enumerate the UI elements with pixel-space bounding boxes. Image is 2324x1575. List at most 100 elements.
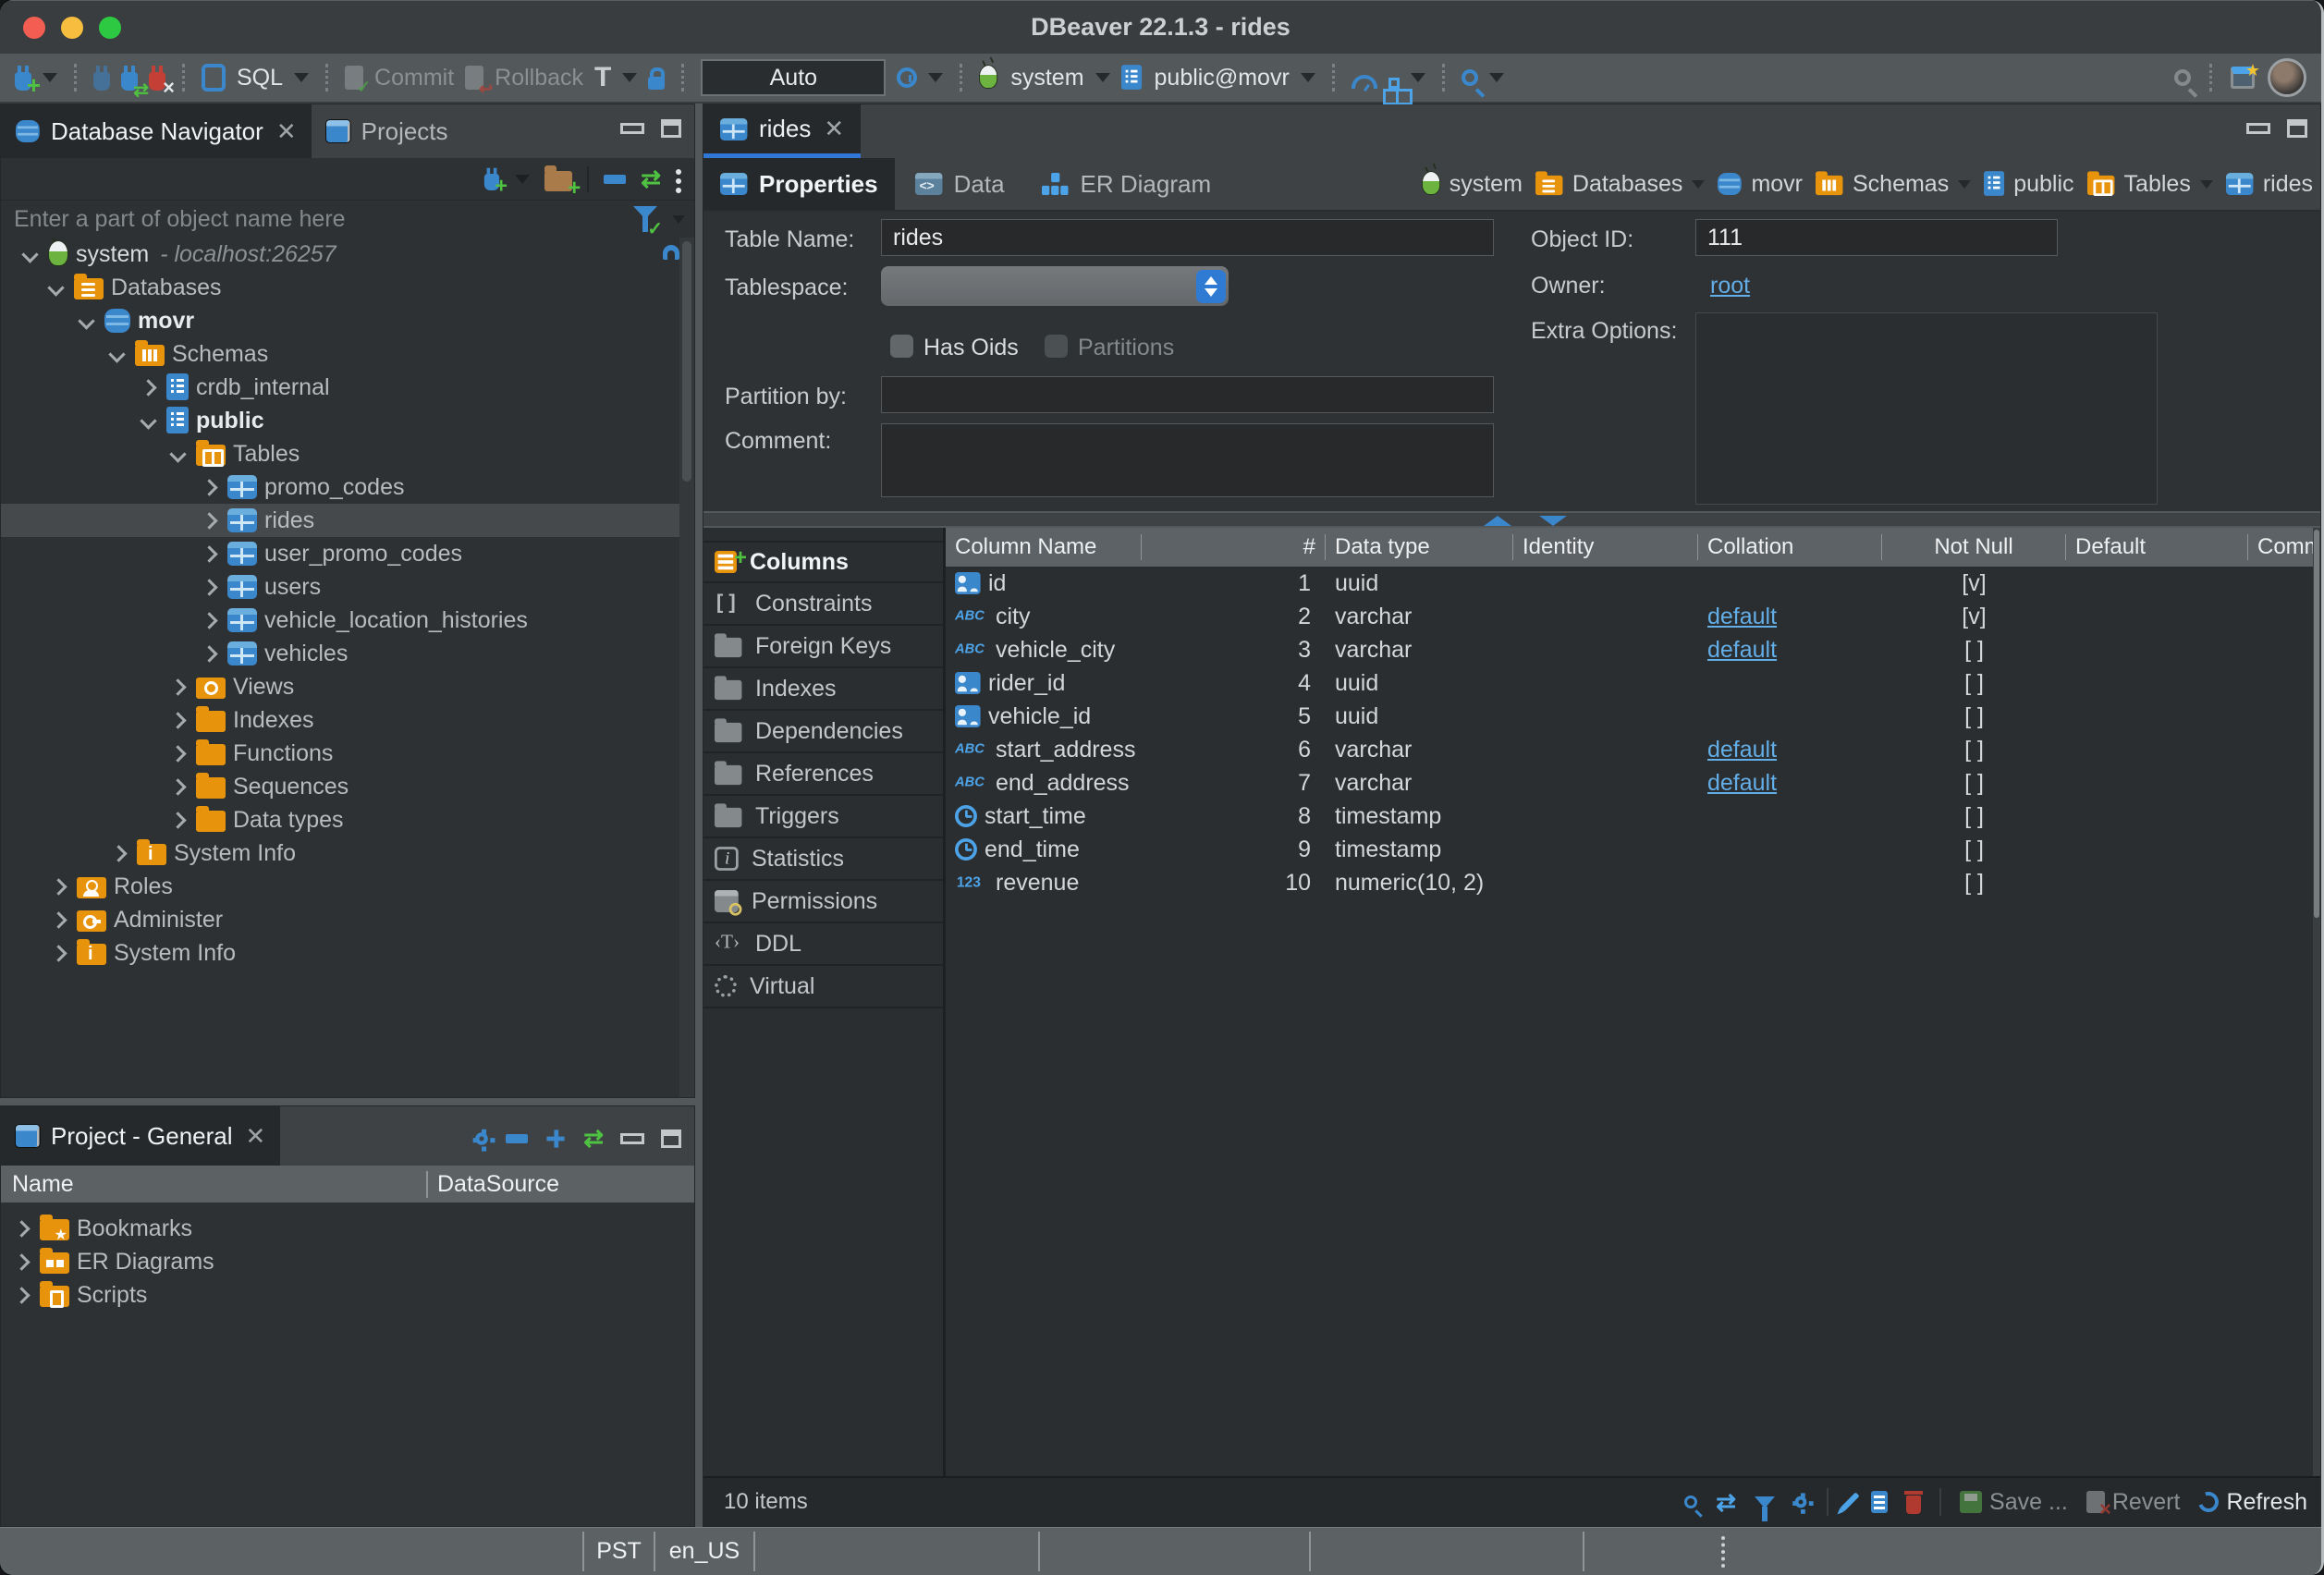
expander-chevron-icon[interactable] (198, 482, 220, 494)
object-editor-tab[interactable]: Virtual (703, 966, 943, 1008)
collation-link[interactable]: default (1707, 604, 1777, 630)
tree-item[interactable]: Administer (1, 903, 694, 936)
quick-access-search-icon[interactable] (2174, 69, 2191, 86)
grid-header-comment[interactable]: Comm (2248, 534, 2320, 560)
breadcrumb-dropdown-icon[interactable] (1958, 180, 1971, 189)
tree-scrollbar[interactable] (679, 238, 694, 1097)
active-schema-selector[interactable]: public@movr (1155, 65, 1290, 92)
section-splitter[interactable] (703, 511, 2320, 528)
partition-by-input[interactable] (881, 376, 1494, 413)
expander-chevron-icon[interactable] (166, 781, 189, 793)
object-editor-tab[interactable]: DDL (703, 923, 943, 966)
owner-link[interactable]: root (1710, 273, 1750, 299)
object-editor-tab[interactable]: Dependencies (703, 711, 943, 753)
tree-item[interactable]: public (1, 404, 694, 437)
commit-mode-combo[interactable]: Auto (701, 59, 886, 96)
compare-icon[interactable]: ⇄ (1716, 1488, 1736, 1517)
column-row[interactable]: vehicle_id 5 uuid [ ] (946, 700, 2320, 733)
tree-item[interactable]: users (1, 570, 694, 604)
refresh-button[interactable]: Refresh (2198, 1489, 2307, 1516)
close-tab-icon[interactable]: ✕ (276, 117, 297, 146)
lock-icon[interactable] (648, 77, 665, 90)
maximize-editor-icon[interactable] (2287, 119, 2307, 138)
tree-item[interactable]: promo_codes (1, 470, 694, 504)
expander-chevron-icon[interactable] (47, 947, 69, 959)
splitter-down-icon[interactable] (1539, 516, 1567, 526)
object-editor-tab[interactable]: Triggers (703, 796, 943, 838)
new-folder-icon[interactable] (544, 171, 572, 191)
breadcrumb-item[interactable]: Databases (1535, 171, 1706, 198)
column-row[interactable]: rider_id 4 uuid [ ] (946, 666, 2320, 700)
column-row[interactable]: vehicle_city 3 varchar default [ ] (946, 633, 2320, 666)
expander-chevron-icon[interactable] (105, 348, 128, 360)
new-connection-dropdown-icon[interactable] (43, 73, 57, 82)
tree-item[interactable]: Sequences (1, 770, 694, 803)
expander-chevron-icon[interactable] (10, 1223, 32, 1235)
object-editor-tab[interactable]: Constraints (703, 583, 943, 626)
transaction-mode-icon[interactable]: T (594, 64, 611, 92)
db-search-icon[interactable] (1462, 69, 1478, 86)
column-row[interactable]: end_address 7 varchar default [ ] (946, 766, 2320, 800)
comment-input[interactable] (881, 423, 1494, 497)
panel-splitter[interactable] (695, 104, 703, 1527)
close-tab-icon[interactable]: ✕ (246, 1122, 266, 1151)
products-dropdown-icon[interactable] (1411, 73, 1425, 82)
link-with-editor-icon[interactable]: ⇄ (583, 1124, 604, 1153)
extra-options-area[interactable] (1695, 312, 2158, 505)
expander-chevron-icon[interactable] (47, 914, 69, 926)
edit-icon[interactable] (1840, 1492, 1859, 1511)
tree-item[interactable]: vehicle_location_histories (1, 604, 694, 637)
expand-all-icon[interactable] (547, 1129, 565, 1147)
expander-chevron-icon[interactable] (198, 615, 220, 627)
maximize-panel-icon[interactable] (661, 119, 681, 138)
column-row[interactable]: end_time 9 timestamp [ ] (946, 833, 2320, 866)
tab-projects[interactable]: Projects (312, 104, 463, 158)
tab-data[interactable]: Data (899, 158, 1021, 210)
transaction-dropdown-icon[interactable] (622, 73, 637, 82)
tablespace-select[interactable] (881, 266, 1229, 306)
grid-header-ordinal[interactable]: # (1142, 534, 1326, 560)
tree-item[interactable]: Schemas (1, 337, 694, 371)
tree-item[interactable]: Indexes (1, 703, 694, 737)
user-avatar[interactable] (2268, 58, 2306, 97)
expander-chevron-icon[interactable] (166, 681, 189, 693)
column-row[interactable]: revenue 10 numeric(10, 2) [ ] (946, 866, 2320, 899)
open-perspective-icon[interactable] (2231, 67, 2255, 89)
active-connection-selector[interactable]: system (1010, 65, 1083, 92)
breadcrumb-item[interactable]: rides (2226, 171, 2313, 198)
grid-settings-icon[interactable] (1795, 1496, 1807, 1508)
tab-project-general[interactable]: Project - General ✕ (1, 1106, 280, 1166)
tree-item[interactable]: crdb_internal (1, 371, 694, 404)
view-list-icon[interactable] (1871, 1491, 1888, 1513)
breadcrumb-dropdown-icon[interactable] (1692, 180, 1705, 189)
object-editor-tab[interactable]: Indexes (703, 668, 943, 711)
object-editor-tab[interactable]: Permissions (703, 881, 943, 923)
view-menu-icon[interactable] (676, 169, 681, 175)
breadcrumb-item[interactable]: Schemas (1816, 171, 1971, 198)
expander-chevron-icon[interactable] (75, 315, 97, 327)
db-search-dropdown-icon[interactable] (1489, 73, 1504, 82)
grid-filter-icon[interactable] (1755, 1496, 1775, 1508)
breadcrumb-item[interactable]: movr (1718, 171, 1803, 198)
expander-chevron-icon[interactable] (166, 448, 189, 460)
collapse-all-icon[interactable] (604, 175, 626, 184)
object-editor-tab[interactable]: Foreign Keys (703, 626, 943, 668)
expander-chevron-icon[interactable] (18, 249, 41, 261)
connection-dropdown-icon[interactable] (1095, 73, 1110, 82)
tree-item[interactable]: user_promo_codes (1, 537, 694, 570)
column-row[interactable]: id 1 uuid [v] (946, 567, 2320, 600)
tab-database-navigator[interactable]: Database Navigator ✕ (1, 104, 312, 158)
transaction-log-dropdown-icon[interactable] (928, 73, 943, 82)
dashboard-icon[interactable] (1352, 75, 1377, 89)
schema-dropdown-icon[interactable] (1301, 73, 1315, 82)
disconnect-icon[interactable] (149, 72, 165, 91)
expander-chevron-icon[interactable] (10, 1289, 32, 1301)
tab-er-diagram[interactable]: ER Diagram (1025, 158, 1229, 210)
editor-tab-rides[interactable]: rides ✕ (703, 104, 861, 158)
new-connection-icon[interactable] (15, 72, 31, 91)
expander-chevron-icon[interactable] (166, 748, 189, 760)
save-button[interactable]: Save ... (1960, 1489, 2068, 1516)
expander-chevron-icon[interactable] (198, 581, 220, 593)
tree-item[interactable]: system - localhost:26257 (1, 238, 694, 271)
statusbar-drag-handle[interactable] (1721, 1536, 1725, 1568)
